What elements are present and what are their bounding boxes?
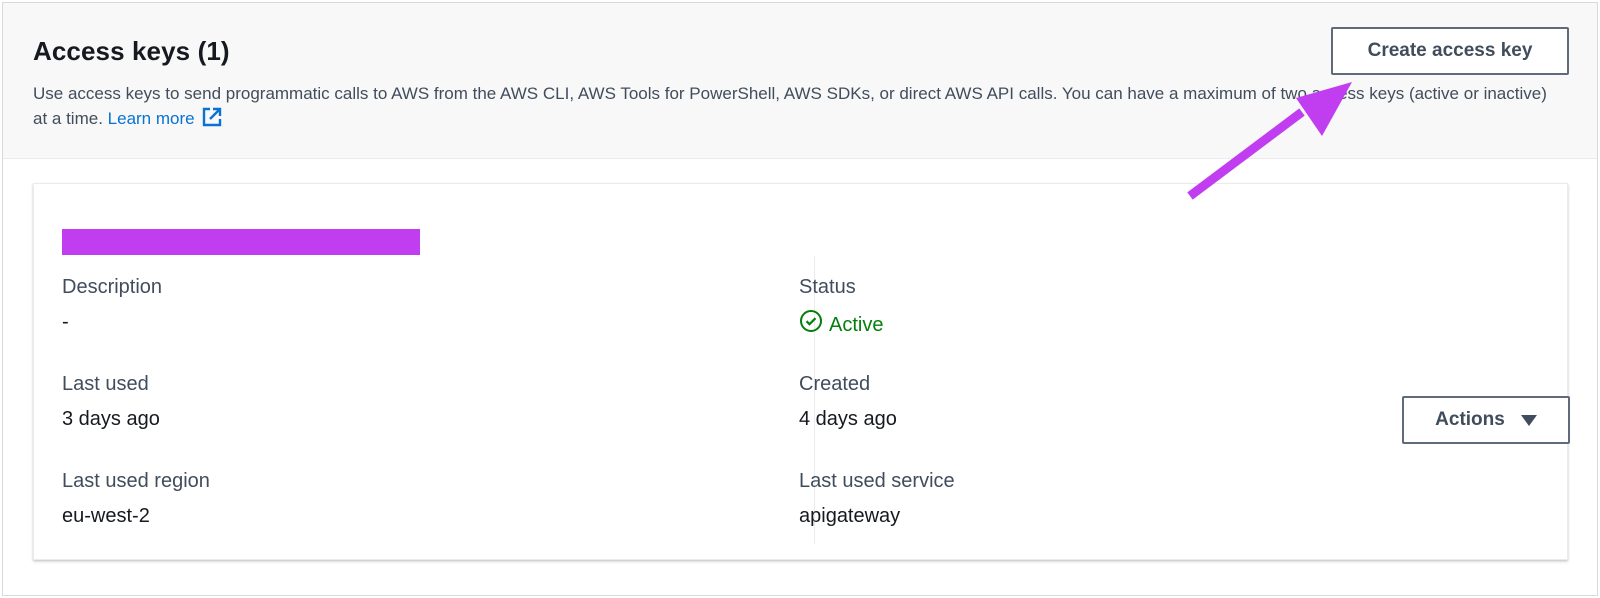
field-last-used-region: Last used region eu-west-2 — [62, 468, 210, 529]
description-text: Use access keys to send programmatic cal… — [33, 84, 1547, 128]
learn-more-label: Learn more — [107, 109, 195, 128]
header-description: Use access keys to send programmatic cal… — [33, 82, 1553, 135]
field-value: eu-west-2 — [62, 505, 150, 527]
external-link-icon — [201, 106, 223, 135]
create-access-key-button[interactable]: Create access key — [1331, 27, 1569, 75]
field-description: Description - — [62, 274, 162, 335]
field-last-used: Last used 3 days ago — [62, 371, 160, 432]
field-last-used-service: Last used service apigateway — [799, 468, 955, 529]
access-keys-header: Access keys (1) Use access keys to send … — [3, 3, 1597, 159]
field-value: 4 days ago — [799, 408, 897, 430]
status-indicator: Active — [799, 309, 883, 340]
field-label: Last used service — [799, 470, 955, 492]
access-key-card: Actions Description - Last used 3 days a… — [33, 183, 1570, 560]
field-value: 3 days ago — [62, 408, 160, 430]
learn-more-link[interactable]: Learn more — [107, 107, 223, 128]
field-label: Last used — [62, 373, 149, 395]
field-label: Created — [799, 373, 871, 395]
iam-access-keys-page: Access keys (1) Use access keys to send … — [0, 0, 1600, 598]
field-label: Last used region — [62, 470, 210, 492]
actions-dropdown-button[interactable]: Actions — [1402, 396, 1570, 444]
field-value: apigateway — [799, 505, 901, 527]
field-label: Status — [799, 276, 856, 298]
actions-label: Actions — [1435, 409, 1505, 430]
redacted-access-key-id — [62, 229, 420, 255]
page-title: Access keys (1) — [33, 36, 230, 66]
caret-down-icon — [1520, 414, 1537, 426]
status-value: Active — [829, 313, 884, 336]
field-value: - — [62, 311, 69, 333]
check-circle-icon — [799, 309, 823, 340]
access-keys-container: Access keys (1) Use access keys to send … — [2, 2, 1598, 596]
field-status: Status Active — [799, 274, 883, 340]
field-label: Description — [62, 276, 163, 298]
field-created: Created 4 days ago — [799, 371, 897, 432]
